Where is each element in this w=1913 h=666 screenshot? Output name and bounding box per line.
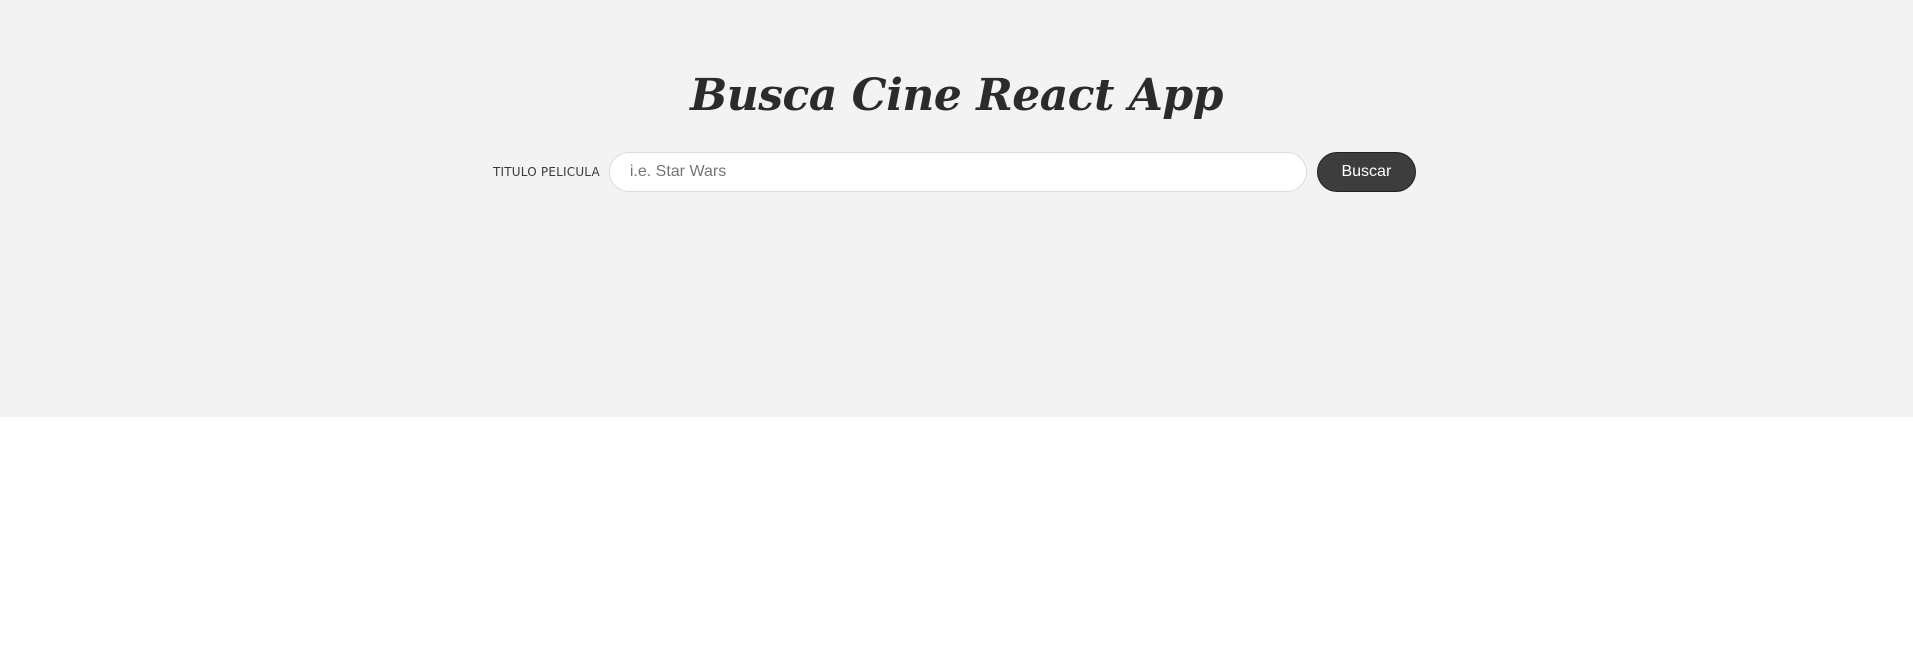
search-label: TITULO PELICULA (493, 165, 600, 179)
search-button[interactable]: Buscar (1316, 152, 1416, 192)
search-form: TITULO PELICULA Buscar (493, 152, 1416, 192)
search-input[interactable] (608, 152, 1307, 192)
results-area (0, 417, 1913, 666)
page-title: Busca Cine React App (690, 70, 1223, 121)
hero-section: Busca Cine React App TITULO PELICULA Bus… (0, 0, 1913, 417)
